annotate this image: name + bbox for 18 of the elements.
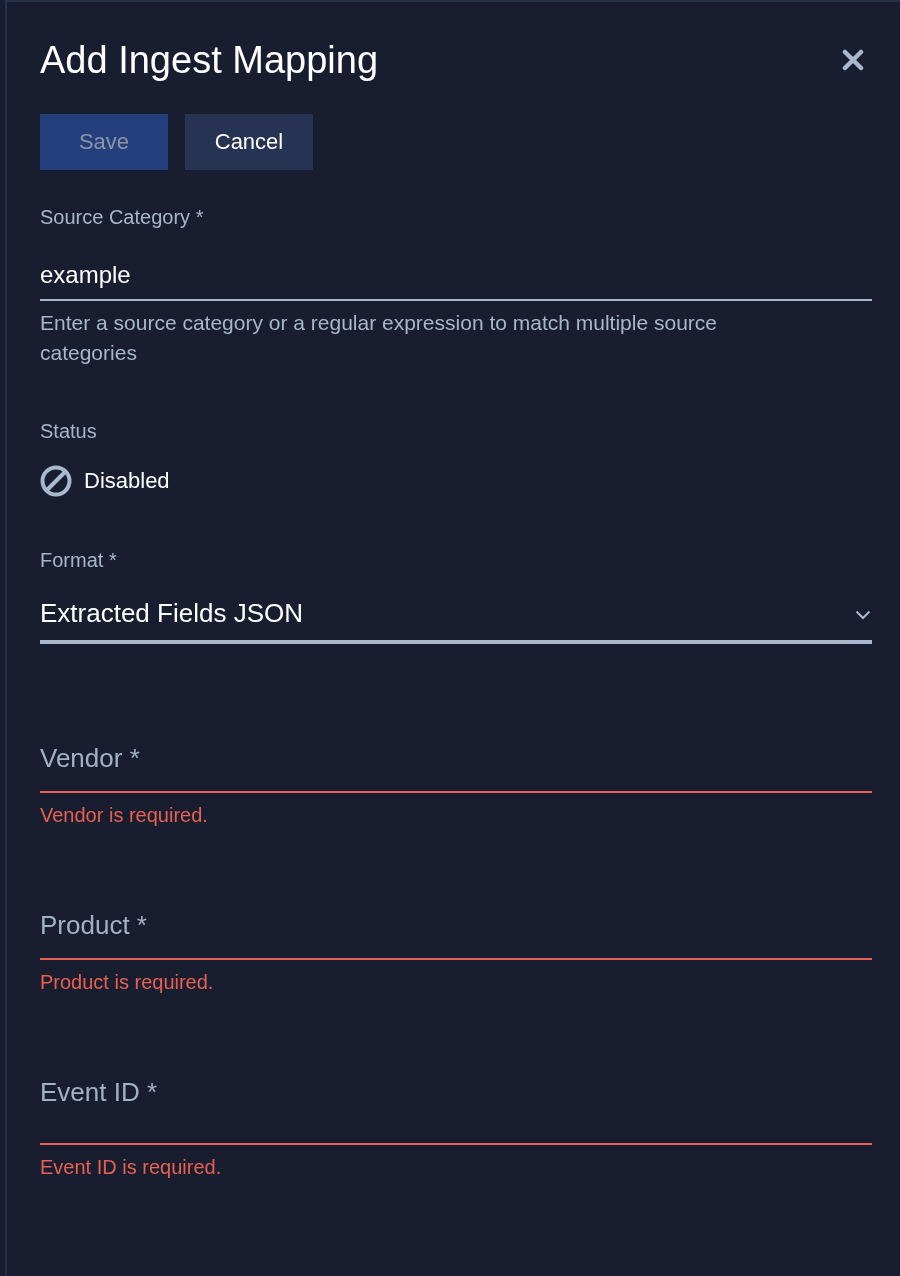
status-value: Disabled [84,467,170,495]
chevron-down-icon [855,610,871,620]
cancel-button[interactable]: Cancel [185,114,313,170]
error-message: Event ID is required. [40,1155,223,1180]
close-icon[interactable] [842,49,864,71]
required-field[interactable]: Vendor * [40,714,872,793]
field-label: Source Category * [40,205,205,230]
required-field[interactable]: Product * [40,881,872,960]
field-label: Status [40,419,98,444]
prohibited-icon[interactable] [40,465,72,497]
format-select[interactable]: Extracted Fields JSON [40,574,872,644]
error-message: Vendor is required. [40,803,209,828]
source-category-field[interactable]: example [40,231,872,301]
field-label: Format * [40,548,118,573]
help-text: Enter a source category or a regular expression to match multiple source categories [40,310,718,366]
dialog-title: Add Ingest Mapping [40,38,378,82]
required-field[interactable]: Event ID * [40,1048,872,1145]
error-message: Product is required. [40,970,215,995]
